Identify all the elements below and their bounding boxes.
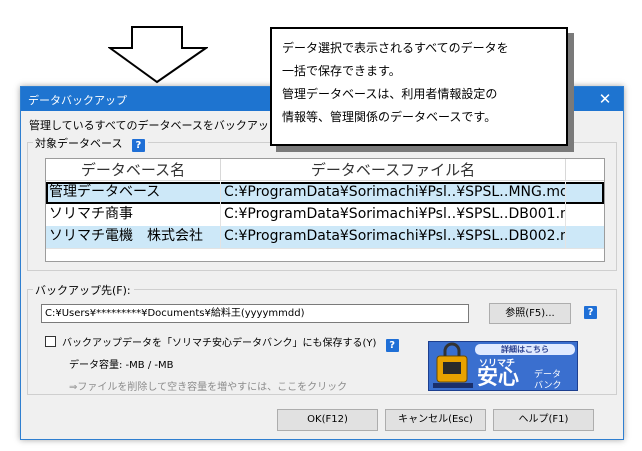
browse-button[interactable]: 参照(F5)...: [489, 303, 571, 324]
table-row[interactable]: 管理データベース C:¥ProgramData¥Sorimachi¥Psl‥¥S…: [46, 182, 604, 204]
banner-main: 安心: [477, 365, 519, 389]
free-space-link[interactable]: ⇒ファイルを削除して空き容量を増やすには、ここをクリック: [69, 378, 347, 393]
help-icon[interactable]: ?: [131, 139, 145, 152]
explanation-callout: データ選択で表示されるすべてのデータを 一括で保存できます。 管理データベースは…: [270, 27, 568, 146]
table-header: データベース名 データベースファイル名: [46, 159, 604, 181]
callout-line: データ選択で表示されるすべてのデータを: [282, 41, 509, 55]
db-file-cell: C:¥ProgramData¥Sorimachi¥Psl‥¥SPSL‥MNG.m…: [221, 182, 566, 204]
db-name-cell: 管理データベース: [46, 182, 221, 204]
help-icon[interactable]: ?: [385, 339, 399, 352]
backup-destination-label: バックアップ先(F):: [33, 282, 134, 298]
close-icon[interactable]: ✕: [595, 89, 615, 109]
help-icon[interactable]: ?: [584, 306, 597, 319]
db-name-cell: ソリマチ商事: [46, 204, 221, 226]
save-to-databank-label[interactable]: バックアップデータを「ソリマチ安心データバンク」にも保存する(Y) ?: [62, 334, 399, 352]
db-file-cell: C:¥ProgramData¥Sorimachi¥Psl‥¥SPSL‥DB001…: [221, 204, 566, 226]
target-group-label: 対象データベース ?: [33, 135, 148, 152]
banner-tag: 詳細はこちら: [475, 344, 575, 355]
column-header-file-name[interactable]: データベースファイル名: [221, 159, 566, 181]
callout-line: 情報等、管理関係のデータベースです。: [282, 110, 497, 124]
cancel-button[interactable]: キャンセル(Esc): [385, 409, 486, 431]
db-file-cell: C:¥ProgramData¥Sorimachi¥Psl‥¥SPSL‥DB002…: [221, 226, 566, 248]
table-row[interactable]: ソリマチ電機 株式会社 C:¥ProgramData¥Sorimachi¥Psl…: [46, 226, 604, 248]
description-text: 管理しているすべてのデータベースをバックアップ: [29, 119, 280, 132]
anshin-databank-banner[interactable]: 詳細はこちら ソリマチ 安心 データ バンク: [428, 341, 578, 391]
save-to-databank-checkbox[interactable]: [45, 336, 56, 347]
db-name-cell: ソリマチ電機 株式会社: [46, 226, 221, 248]
backup-path-input[interactable]: C:¥Users¥*********¥Documents¥給料王(yyyymmd…: [41, 304, 469, 323]
data-capacity-text: データ容量: -MB / -MB: [69, 360, 174, 371]
down-arrow-icon: [108, 26, 208, 84]
callout-line: 管理データベースは、利用者情報設定の: [282, 87, 498, 101]
callout-line: 一括で保存できます。: [282, 64, 401, 78]
banner-sub2: バンク: [534, 381, 562, 391]
checkbox-label-text: バックアップデータを「ソリマチ安心データバンク」にも保存する(Y): [62, 338, 377, 349]
table-row[interactable]: ソリマチ商事 C:¥ProgramData¥Sorimachi¥Psl‥¥SPS…: [46, 204, 604, 226]
database-table: データベース名 データベースファイル名 管理データベース C:¥ProgramD…: [45, 158, 605, 262]
target-label-text: 対象データベース: [35, 137, 123, 150]
column-header-db-name[interactable]: データベース名: [46, 159, 221, 181]
window-title: データバックアップ: [28, 94, 127, 107]
help-button[interactable]: ヘルプ(F1): [493, 409, 594, 431]
ok-button[interactable]: OK(F12): [277, 409, 378, 431]
empty-table-row: [46, 248, 604, 261]
